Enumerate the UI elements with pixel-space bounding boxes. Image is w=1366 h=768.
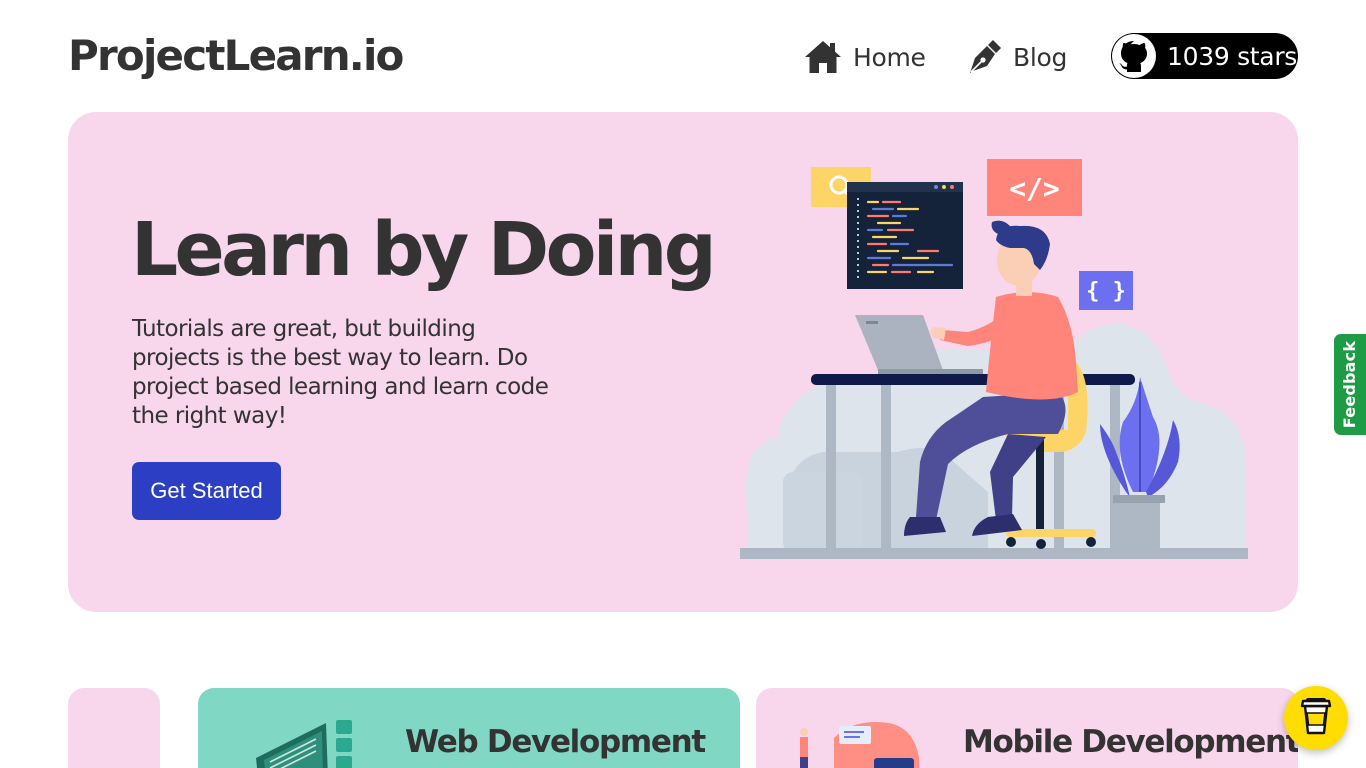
pen-icon	[967, 38, 1003, 76]
get-started-button[interactable]: Get Started	[132, 462, 281, 520]
code-window	[847, 182, 963, 289]
hero-description: Tutorials are great, but building projec…	[132, 316, 549, 429]
category-card-partial[interactable]	[68, 688, 160, 768]
mobile-development-illustration	[800, 722, 919, 768]
nav-home-label: Home	[853, 42, 926, 72]
feedback-tab[interactable]: Feedback	[1334, 334, 1366, 435]
category-title-mobile-development: Mobile Development	[963, 724, 1298, 760]
code-tag: </>	[987, 159, 1082, 216]
web-development-illustration	[256, 720, 352, 768]
category-card-web-development[interactable]: Web Development	[198, 688, 740, 768]
coffee-cup-icon	[1299, 696, 1333, 740]
site-logo[interactable]: ProjectLearn.io	[68, 30, 404, 82]
home-icon	[803, 39, 843, 75]
github-icon	[1112, 34, 1156, 78]
buy-me-a-coffee-button[interactable]	[1284, 686, 1348, 750]
floor	[740, 548, 1248, 559]
github-stars-count: 1039 stars	[1167, 41, 1298, 71]
hero-illustration: </> { }	[740, 159, 1248, 559]
category-title-web-development: Web Development	[405, 724, 706, 760]
nav-home-link[interactable]: Home	[803, 36, 926, 78]
github-stars-button[interactable]: 1039 stars	[1111, 33, 1298, 79]
nav-blog-link[interactable]: Blog	[967, 36, 1067, 78]
nav-blog-label: Blog	[1013, 42, 1068, 72]
category-card-mobile-development[interactable]: Mobile Development	[756, 688, 1298, 768]
braces-tag: { }	[1079, 271, 1133, 310]
hero-title: Learn by Doing	[131, 207, 717, 293]
feedback-tab-label: Feedback	[1340, 340, 1360, 429]
braces-tag-text: { }	[1086, 279, 1126, 304]
site-header: ProjectLearn.io Home Blog 1039 stars	[0, 0, 1366, 112]
hero-section: Learn by Doing Tutorials are great, but …	[68, 112, 1298, 612]
code-tag-text: </>	[1009, 172, 1060, 205]
